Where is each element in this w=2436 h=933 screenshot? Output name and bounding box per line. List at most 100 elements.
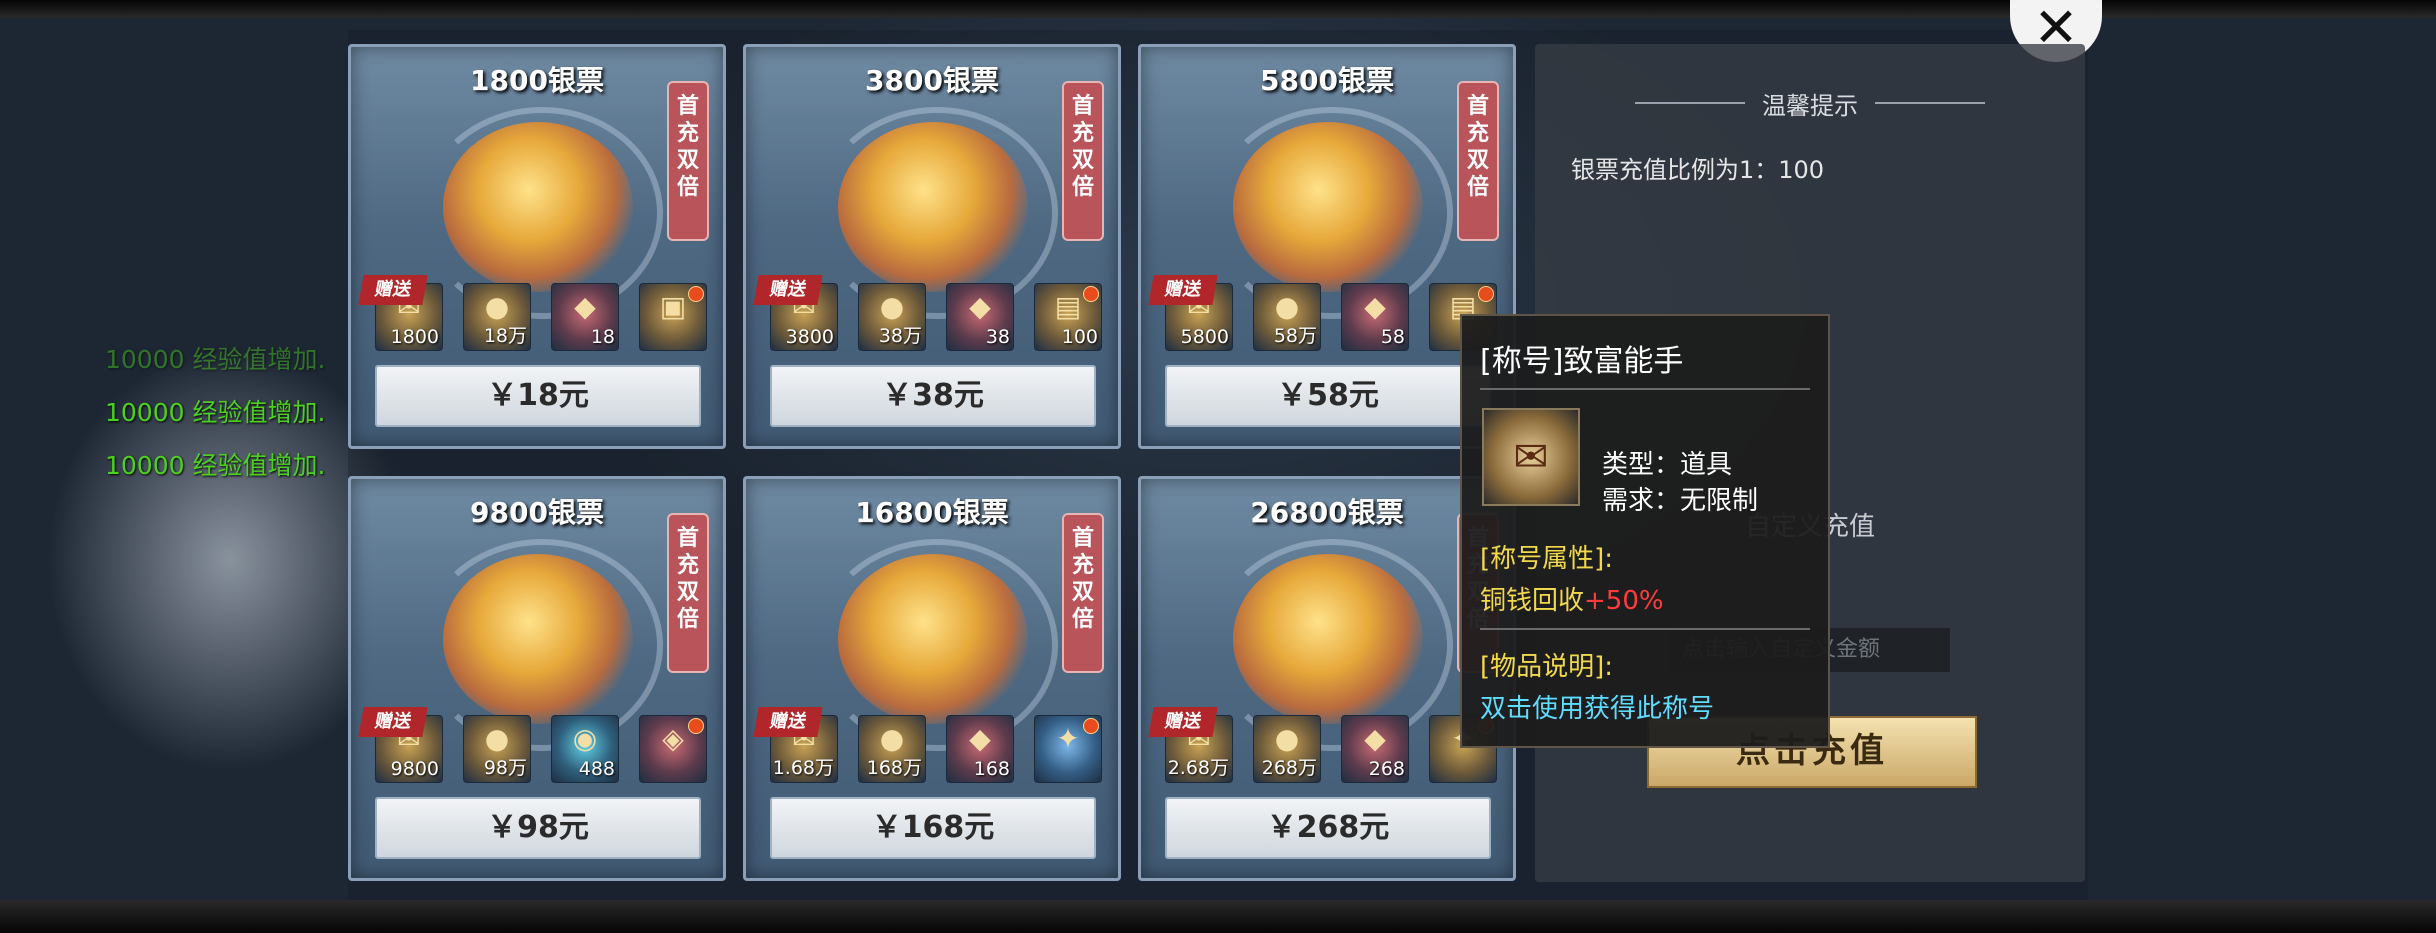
divider — [1480, 388, 1810, 390]
recharge-card[interactable]: 1800银票 首充双倍 赠送 ✉ 1800 ● 18万 ◆ 18 ▣ ￥18元 — [348, 44, 726, 449]
gift-item-egg[interactable]: ◆ 18 — [551, 283, 619, 351]
recharge-card[interactable]: 3800银票 首充双倍 赠送 ✉ 3800 ● 38万 ◆ 38 ▤ 100 ￥38元 — [743, 44, 1121, 449]
coin-icon: ● — [484, 290, 510, 323]
gift-item-egg[interactable]: ◆ 58 — [1341, 283, 1409, 351]
gift-items: ✉2.68万 ●268万 ◆268 ✦ — [1165, 715, 1497, 785]
gift-item-coin[interactable]: ● 98万 — [463, 715, 531, 783]
tooltip-type: 类型：道具 — [1602, 450, 1733, 480]
badge-icon — [688, 718, 704, 734]
gift-items: ✉ 1.68万 ● 168万 ◆ 168 ✦ — [770, 715, 1102, 785]
badge-icon — [1083, 286, 1099, 302]
coin-icon: ● — [484, 722, 510, 755]
gift-item-egg[interactable]: ◆ 268 — [1341, 715, 1409, 783]
egg-icon: ◆ — [574, 290, 596, 323]
tooltip-title: [称号]致富能手 — [1480, 344, 1684, 379]
gift-item-weapon[interactable]: ✦ — [1034, 715, 1102, 783]
gift-item-coin[interactable]: ● 58万 — [1253, 283, 1321, 351]
ribbon-char: 首 — [676, 94, 699, 119]
item-qty: 5800 — [1180, 326, 1229, 348]
price-button[interactable]: ￥168元 — [770, 797, 1096, 859]
item-qty: 1800 — [390, 326, 439, 348]
recharge-card[interactable]: 16800银票 首充双倍 赠送 ✉ 1.68万 ● 168万 ◆ 168 ✦ ￥168… — [743, 476, 1121, 881]
gift-item-amulet[interactable]: ◈ — [639, 715, 707, 783]
gift-items: ✉ 1800 ● 18万 ◆ 18 ▣ — [375, 283, 707, 353]
badge-icon — [688, 286, 704, 302]
tooltip-attr-value: 铜钱回收+50% — [1480, 580, 1664, 617]
gift-tag: 赠送 — [1148, 707, 1218, 737]
gift-items: ✉ 5800 ● 58万 ◆ 58 ▤ — [1165, 283, 1497, 353]
gift-item-scroll[interactable]: ▤ 100 — [1034, 283, 1102, 351]
badge-icon — [1478, 286, 1494, 302]
first-recharge-double-ribbon: 首充双倍 — [667, 513, 709, 673]
item-qty: 268 — [1368, 758, 1405, 780]
item-qty: 58万 — [1273, 325, 1317, 347]
gift-tag: 赠送 — [358, 707, 428, 737]
price-button[interactable]: ￥18元 — [375, 365, 701, 427]
silver-ticket-bag-icon — [1233, 122, 1423, 292]
gift-items: ✉ 9800 ● 98万 ◉ 488 ◈ — [375, 715, 707, 785]
attr-name: 铜钱回收 — [1480, 586, 1585, 616]
item-qty: 58 — [1380, 326, 1405, 348]
scroll-icon: ✉ — [1482, 408, 1580, 506]
attr-bonus: +50% — [1584, 586, 1664, 616]
item-qty: 9800 — [390, 758, 439, 780]
tooltip-requirement: 需求：无限制 — [1602, 486, 1759, 516]
ribbon-char: 充 — [676, 553, 699, 578]
coin-icon: ● — [879, 722, 905, 755]
egg-icon: ◆ — [1364, 722, 1386, 755]
ribbon-char: 充 — [1466, 121, 1489, 146]
first-recharge-double-ribbon: 首充双倍 — [667, 81, 709, 241]
tooltip-desc-header: [物品说明]: — [1480, 652, 1614, 682]
price-button[interactable]: ￥38元 — [770, 365, 1096, 427]
ribbon-char: 充 — [1071, 553, 1094, 578]
ribbon-char: 首 — [1071, 94, 1094, 119]
price-button[interactable]: ￥58元 — [1165, 365, 1491, 427]
ribbon-char: 首 — [676, 526, 699, 551]
silver-ticket-bag-icon — [443, 554, 633, 724]
ribbon-char: 倍 — [1071, 607, 1094, 632]
gift-item-chest[interactable]: ▣ — [639, 283, 707, 351]
gift-item-coin[interactable]: ● 268万 — [1253, 715, 1321, 783]
badge-icon — [1083, 718, 1099, 734]
ribbon-char: 双 — [1466, 148, 1489, 173]
ribbon-char: 双 — [1071, 580, 1094, 605]
gift-item-orb[interactable]: ◉ 488 — [551, 715, 619, 783]
silver-ticket-bag-icon — [838, 554, 1028, 724]
divider — [1875, 102, 1985, 104]
price-button[interactable]: ￥98元 — [375, 797, 701, 859]
gift-tag: 赠送 — [753, 275, 823, 305]
ribbon-char: 双 — [676, 580, 699, 605]
item-qty: 3800 — [785, 326, 834, 348]
gift-item-coin[interactable]: ● 18万 — [463, 283, 531, 351]
gift-items: ✉ 3800 ● 38万 ◆ 38 ▤ 100 — [770, 283, 1102, 353]
gift-item-egg[interactable]: ◆ 38 — [946, 283, 1014, 351]
silver-ticket-bag-icon — [443, 122, 633, 292]
item-qty: 168 — [973, 758, 1010, 780]
egg-icon: ◆ — [969, 722, 991, 755]
price-button[interactable]: ￥268元 — [1165, 797, 1491, 859]
ribbon-char: 充 — [676, 121, 699, 146]
first-recharge-double-ribbon: 首充双倍 — [1457, 81, 1499, 241]
tips-title: 温馨提示 — [1762, 92, 1858, 120]
recharge-card[interactable]: 9800银票 首充双倍 赠送 ✉ 9800 ● 98万 ◉ 488 ◈ ￥98元 — [348, 476, 726, 881]
tooltip-desc: 双击使用获得此称号 — [1480, 694, 1715, 724]
gift-item-coin[interactable]: ● 168万 — [858, 715, 926, 783]
ribbon-char: 倍 — [1466, 175, 1489, 200]
gift-item-coin[interactable]: ● 38万 — [858, 283, 926, 351]
item-tooltip: [称号]致富能手 ✉ 类型：道具 需求：无限制 [称号属性]: 铜钱回收+50%… — [1460, 314, 1830, 748]
item-qty: 18万 — [483, 325, 527, 347]
gift-item-egg[interactable]: ◆ 168 — [946, 715, 1014, 783]
ribbon-char: 首 — [1466, 94, 1489, 119]
ribbon-char: 首 — [1071, 526, 1094, 551]
item-qty: 168万 — [866, 757, 922, 779]
first-recharge-double-ribbon: 首充双倍 — [1062, 513, 1104, 673]
gift-tag: 赠送 — [358, 275, 428, 305]
coin-icon: ● — [879, 290, 905, 323]
ribbon-char: 双 — [676, 148, 699, 173]
item-qty: 268万 — [1261, 757, 1317, 779]
ribbon-char: 充 — [1071, 121, 1094, 146]
item-qty: 1.68万 — [772, 757, 834, 779]
exp-log-line: 10000 经验值增加. — [105, 451, 326, 480]
first-recharge-double-ribbon: 首充双倍 — [1062, 81, 1104, 241]
silver-ticket-bag-icon — [1233, 554, 1423, 724]
